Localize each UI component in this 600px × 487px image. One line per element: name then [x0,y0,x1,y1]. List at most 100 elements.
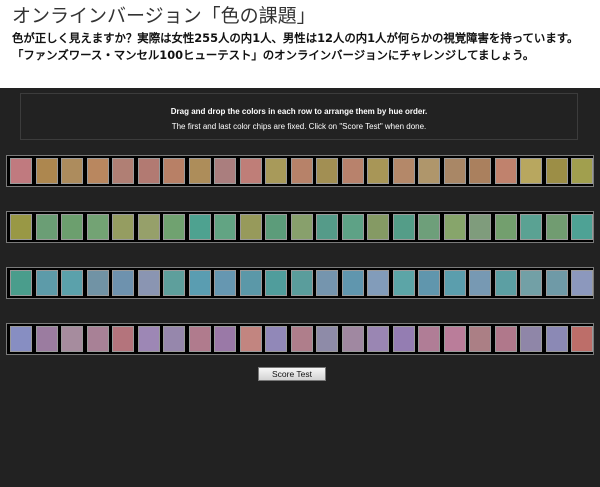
color-chip[interactable] [214,326,236,352]
color-chip[interactable] [290,326,313,352]
color-chip[interactable] [112,214,134,240]
color-chip[interactable] [265,270,287,296]
color-chip[interactable] [545,214,568,240]
color-chip[interactable] [494,270,517,296]
color-chip[interactable] [494,158,517,184]
color-chip[interactable] [341,214,364,240]
color-chip[interactable] [316,158,338,184]
instruction-main: Drag and drop the colors in each row to … [170,107,428,116]
color-chip[interactable] [469,326,491,352]
color-chip[interactable] [163,270,185,296]
color-chip[interactable] [112,326,134,352]
chip-row-2 [6,211,594,243]
color-chip[interactable] [520,326,542,352]
color-chip[interactable] [214,214,236,240]
chip-row-3 [6,267,594,299]
color-chip[interactable] [188,214,211,240]
chip-row-1 [6,155,594,187]
color-chip[interactable] [35,214,58,240]
fixed-color-chip [571,158,593,184]
fixed-color-chip [10,158,32,184]
intro-text: 色が正しく見えますか？実際は女性255人の内1人、男性は12人の内1人が何らかの… [12,31,579,62]
color-chip[interactable] [188,270,211,296]
fixed-color-chip [10,326,32,352]
color-chip[interactable] [290,270,313,296]
color-chip[interactable] [61,270,83,296]
color-chip[interactable] [61,326,83,352]
color-chip[interactable] [469,270,491,296]
color-chip[interactable] [35,270,58,296]
color-chip[interactable] [418,158,440,184]
color-chip[interactable] [367,158,389,184]
color-chip[interactable] [341,270,364,296]
hue-test-panel: Drag and drop the colors in each row to … [0,88,600,487]
page-title: オンラインバージョン「色の課題」 [12,5,316,27]
color-chip[interactable] [86,158,109,184]
color-chip[interactable] [188,326,211,352]
color-chip[interactable] [239,270,262,296]
color-chip[interactable] [545,270,568,296]
color-chip[interactable] [265,326,287,352]
fixed-color-chip [571,214,593,240]
fixed-color-chip [571,270,593,296]
color-chip[interactable] [418,214,440,240]
color-chip[interactable] [392,270,415,296]
color-chip[interactable] [443,326,466,352]
color-chip[interactable] [341,326,364,352]
color-chip[interactable] [239,158,262,184]
color-chip[interactable] [469,158,491,184]
color-chip[interactable] [418,270,440,296]
color-chip[interactable] [392,326,415,352]
color-chip[interactable] [188,158,211,184]
color-chip[interactable] [469,214,491,240]
color-chip[interactable] [520,214,542,240]
color-chip[interactable] [392,158,415,184]
color-chip[interactable] [392,214,415,240]
color-chip[interactable] [367,326,389,352]
fixed-color-chip [10,270,32,296]
color-chip[interactable] [137,326,160,352]
color-chip[interactable] [61,158,83,184]
color-chip[interactable] [86,326,109,352]
color-chip[interactable] [290,158,313,184]
fixed-color-chip [571,326,593,352]
color-chip[interactable] [112,158,134,184]
color-chip[interactable] [86,270,109,296]
color-chip[interactable] [443,270,466,296]
color-chip[interactable] [61,214,83,240]
color-chip[interactable] [137,158,160,184]
color-chip[interactable] [137,270,160,296]
color-chip[interactable] [163,214,185,240]
color-chip[interactable] [239,214,262,240]
color-chip[interactable] [341,158,364,184]
color-chip[interactable] [290,214,313,240]
color-chip[interactable] [86,214,109,240]
color-chip[interactable] [418,326,440,352]
color-chip[interactable] [265,214,287,240]
score-test-button[interactable]: Score Test [258,367,326,381]
instruction-sub: The first and last color chips are fixed… [171,122,427,131]
color-chip[interactable] [316,326,338,352]
color-chip[interactable] [214,270,236,296]
color-chip[interactable] [494,326,517,352]
color-chip[interactable] [112,270,134,296]
color-chip[interactable] [316,270,338,296]
color-chip[interactable] [545,326,568,352]
color-chip[interactable] [367,214,389,240]
color-chip[interactable] [163,326,185,352]
color-chip[interactable] [520,158,542,184]
color-chip[interactable] [265,158,287,184]
color-chip[interactable] [443,214,466,240]
color-chip[interactable] [163,158,185,184]
color-chip[interactable] [520,270,542,296]
color-chip[interactable] [35,326,58,352]
color-chip[interactable] [494,214,517,240]
color-chip[interactable] [443,158,466,184]
color-chip[interactable] [239,326,262,352]
color-chip[interactable] [545,158,568,184]
color-chip[interactable] [214,158,236,184]
color-chip[interactable] [35,158,58,184]
color-chip[interactable] [367,270,389,296]
color-chip[interactable] [316,214,338,240]
color-chip[interactable] [137,214,160,240]
